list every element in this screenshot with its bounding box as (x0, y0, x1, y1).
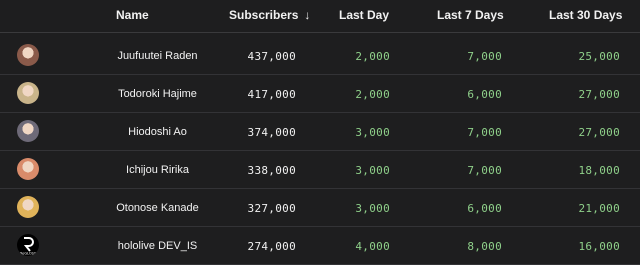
kanade-avatar-icon[interactable] (17, 196, 39, 218)
table-row[interactable]: Otonose Kanade 327,000 3,000 6,000 21,000 (0, 189, 640, 227)
last-7-days-gain: 7,000 (467, 50, 502, 63)
last-7-days-gain: 6,000 (467, 88, 502, 101)
last-30-days-gain: 27,000 (578, 126, 620, 139)
last-day-gain: 2,000 (355, 50, 390, 63)
last-30-days-gain: 27,000 (578, 88, 620, 101)
last-7-days-gain: 6,000 (467, 202, 502, 215)
last-day-gain: 3,000 (355, 164, 390, 177)
column-header-subscribers[interactable]: Subscribers ↓ (229, 8, 310, 22)
subscriber-count: 327,000 (247, 202, 296, 215)
channel-name[interactable]: Otonose Kanade (70, 202, 245, 214)
channel-name[interactable]: Hiodoshi Ao (70, 126, 245, 138)
ririka-avatar-icon[interactable] (17, 158, 39, 180)
subscriber-count: 338,000 (247, 164, 296, 177)
table-row[interactable]: Hiodoshi Ao 374,000 3,000 7,000 27,000 (0, 113, 640, 151)
last-day-gain: 3,000 (355, 202, 390, 215)
channel-name[interactable]: Ichijou Ririka (70, 164, 245, 176)
column-header-name[interactable]: Name (116, 8, 149, 22)
hajime-avatar-icon[interactable] (17, 82, 39, 104)
subscriber-count: 437,000 (247, 50, 296, 63)
last-day-gain: 2,000 (355, 88, 390, 101)
subscriber-count: 374,000 (247, 126, 296, 139)
devis-logo-icon[interactable]: ReGLOSS (17, 234, 39, 256)
table-row[interactable]: Juufuutei Raden 437,000 2,000 7,000 25,000 (0, 37, 640, 75)
raden-avatar-icon[interactable] (17, 44, 39, 66)
svg-text:ReGLOSS: ReGLOSS (20, 252, 37, 256)
subscriber-count: 274,000 (247, 240, 296, 253)
table-row[interactable]: Ichijou Ririka 338,000 3,000 7,000 18,000 (0, 151, 640, 189)
last-30-days-gain: 21,000 (578, 202, 620, 215)
last-30-days-gain: 25,000 (578, 50, 620, 63)
ao-avatar-icon[interactable] (17, 120, 39, 142)
column-header-last-7-days[interactable]: Last 7 Days (437, 8, 504, 22)
last-7-days-gain: 7,000 (467, 126, 502, 139)
subscriber-count: 417,000 (247, 88, 296, 101)
subscriber-table: Name Subscribers ↓ Last Day Last 7 Days L… (0, 0, 640, 265)
channel-name[interactable]: hololive DEV_IS (70, 240, 245, 252)
last-7-days-gain: 7,000 (467, 164, 502, 177)
column-header-subscribers-label: Subscribers (229, 8, 299, 22)
table-row[interactable]: ReGLOSS hololive DEV_IS 274,000 4,000 8,000 1… (0, 227, 640, 265)
channel-name[interactable]: Todoroki Hajime (70, 88, 245, 100)
table-row[interactable]: Todoroki Hajime 417,000 2,000 6,000 27,000 (0, 75, 640, 113)
column-header-last-30-days[interactable]: Last 30 Days (549, 8, 622, 22)
last-30-days-gain: 16,000 (578, 240, 620, 253)
column-header-last-day[interactable]: Last Day (339, 8, 389, 22)
table-header: Name Subscribers ↓ Last Day Last 7 Days L… (0, 0, 640, 33)
sort-descending-icon: ↓ (304, 8, 311, 22)
last-7-days-gain: 8,000 (467, 240, 502, 253)
last-30-days-gain: 18,000 (578, 164, 620, 177)
channel-name[interactable]: Juufuutei Raden (70, 50, 245, 62)
last-day-gain: 3,000 (355, 126, 390, 139)
last-day-gain: 4,000 (355, 240, 390, 253)
